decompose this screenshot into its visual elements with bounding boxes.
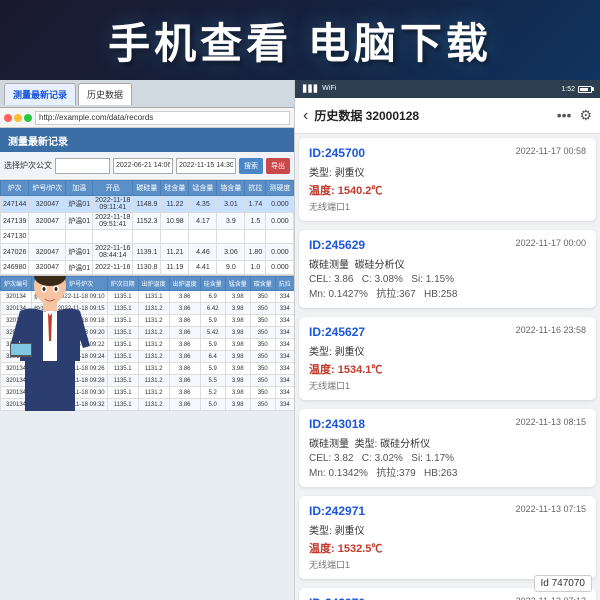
- card-temp: 温度: 1540.2℃: [309, 182, 586, 198]
- card-id: ID:245629: [309, 238, 365, 252]
- table-row: 247130 1307.8 打开: [1, 230, 295, 244]
- address-input[interactable]: [35, 111, 290, 125]
- card-type: 类型: 剥重仪: [309, 522, 586, 537]
- window-btn-min[interactable]: [14, 114, 22, 122]
- filter-select[interactable]: [55, 158, 110, 174]
- right-panel-mobile: ▋▋▋ WiFi 1:52 ‹ 历史数据 32000128 ••• ⚙ ID:2…: [295, 80, 600, 600]
- person-overlay: [5, 275, 95, 411]
- more-icon[interactable]: •••: [557, 107, 572, 124]
- nav-icons: ••• ⚙: [557, 107, 592, 124]
- col-furnace: 炉号/炉次: [29, 181, 66, 196]
- table-row: 247026 320047 炉温01 2022-11-1608:44:14 11…: [1, 244, 295, 261]
- main-area: 测量最新记录 历史数据 测量最新记录 选择炉次公文 搜索 导: [0, 80, 600, 600]
- mobile-card-list: ID:245700 2022-11-17 00:58 类型: 剥重仪 温度: 1…: [295, 134, 600, 600]
- card-date: 2022-11-16 23:58: [516, 325, 586, 335]
- col-date: 开品: [93, 181, 133, 196]
- banner-title: 手机查看 电脑下载: [108, 10, 492, 71]
- card-header: ID:242971 2022-11-13 07:15: [309, 504, 586, 518]
- card-id: ID:243018: [309, 417, 365, 431]
- card-divider: [299, 404, 596, 405]
- col-mn: 锰含量: [189, 181, 217, 196]
- card-header: ID:245700 2022-11-17 00:58: [309, 146, 586, 160]
- table-row: 247144 320047 炉温01 2022-11-1809:11:41 11…: [1, 196, 295, 213]
- filter-date-start[interactable]: [113, 158, 173, 174]
- mobile-title: 历史数据 32000128: [314, 107, 550, 124]
- col-id: 炉次: [1, 181, 29, 196]
- page-title: 测量最新记录: [8, 133, 68, 148]
- tab-history[interactable]: 历史数据: [78, 83, 132, 105]
- wifi-icon: WiFi: [322, 85, 336, 93]
- card-mn: Mn: 0.1427% 抗拉:367 HB:258: [309, 285, 586, 300]
- table-row: 246980 320047 炉温01 2022-11-16 1130.8 11.…: [1, 261, 295, 275]
- main-data-table: 炉次 炉号/炉次 加温 开品 碳硅量 硅含量 锰含量 铬含量 抗拉 测硬度 测试…: [0, 180, 294, 275]
- card-port: 无线端口1: [309, 379, 586, 392]
- settings-icon[interactable]: ⚙: [579, 107, 592, 124]
- filter-row: 选择炉次公文 搜索 导出: [0, 152, 294, 180]
- top-banner: 手机查看 电脑下载: [0, 0, 600, 80]
- card-id: ID:245627: [309, 325, 365, 339]
- card-date: 2022-11-13 07:15: [516, 504, 586, 514]
- card-cel: CEL: 3.82 C: 3.02% Si: 1.17%: [309, 453, 586, 464]
- card-type: 碳硅测量 碳硅分析仪: [309, 256, 586, 271]
- table-row: 247139 320047 炉温01 2022-11-1809:51:41 11…: [1, 213, 295, 230]
- card-temp: 温度: 1532.5℃: [309, 540, 586, 556]
- card-id: ID:242971: [309, 504, 365, 518]
- card-date: 2022-11-13 07:13: [516, 596, 586, 600]
- data-card[interactable]: ID:245627 2022-11-16 23:58 类型: 剥重仪 温度: 1…: [299, 317, 596, 400]
- card-date: 2022-11-17 00:00: [516, 238, 586, 248]
- card-port: 无线端口1: [309, 558, 586, 571]
- data-card[interactable]: ID:243018 2022-11-13 08:15 碳硅测量 类型: 碳硅分析…: [299, 409, 596, 487]
- data-card[interactable]: ID:245700 2022-11-17 00:58 类型: 剥重仪 温度: 1…: [299, 138, 596, 221]
- col-si: 硅含量: [161, 181, 189, 196]
- card-divider: [299, 491, 596, 492]
- battery-fill: [580, 88, 588, 91]
- status-right: 1:52: [561, 86, 592, 93]
- export-button[interactable]: 导出: [266, 158, 290, 174]
- card-type: 碳硅测量 类型: 碳硅分析仪: [309, 435, 586, 450]
- card-id: ID:242970: [309, 596, 365, 600]
- tab-records[interactable]: 测量最新记录: [4, 83, 76, 105]
- card-type: 类型: 剥重仪: [309, 343, 586, 358]
- window-btn-close[interactable]: [4, 114, 12, 122]
- card-header: ID:243018 2022-11-13 08:15: [309, 417, 586, 431]
- card-header: ID:242970 2022-11-13 07:13: [309, 596, 586, 600]
- window-btn-max[interactable]: [24, 114, 32, 122]
- col-carbon: 碳硅量: [133, 181, 161, 196]
- id-badge: Id 747070: [534, 575, 593, 592]
- filter-label: 选择炉次公文: [4, 160, 52, 171]
- lower-table-container: 炉次编号 炉次 炉号炉次 炉次日期 出炉温度 出炉温度 硅含量 锰含量 碳含量 …: [0, 275, 294, 411]
- card-divider: [299, 225, 596, 226]
- col-ks: 抗拉: [245, 181, 266, 196]
- status-time: 1:52: [561, 86, 575, 93]
- status-left: ▋▋▋ WiFi: [303, 85, 336, 93]
- data-card[interactable]: ID:242971 2022-11-13 07:15 类型: 剥重仪 温度: 1…: [299, 496, 596, 579]
- search-button[interactable]: 搜索: [239, 158, 263, 174]
- page-header: 测量最新记录: [0, 128, 294, 152]
- col-cr: 铬含量: [217, 181, 245, 196]
- card-date: 2022-11-17 00:58: [516, 146, 586, 156]
- card-header: ID:245627 2022-11-16 23:58: [309, 325, 586, 339]
- card-id: ID:245700: [309, 146, 365, 160]
- card-divider: [299, 312, 596, 313]
- back-button[interactable]: ‹: [303, 107, 308, 125]
- col-hd: 测硬度: [266, 181, 294, 196]
- tab-bar: 测量最新记录 历史数据: [0, 80, 294, 108]
- card-mn: Mn: 0.1342% 抗拉:379 HB:263: [309, 464, 586, 479]
- card-date: 2022-11-13 08:15: [516, 417, 586, 427]
- mobile-nav-bar: ‹ 历史数据 32000128 ••• ⚙: [295, 98, 600, 134]
- card-temp: 温度: 1534.1℃: [309, 361, 586, 377]
- signal-icon: ▋▋▋: [303, 85, 319, 93]
- battery-icon: [578, 86, 592, 93]
- card-header: ID:245629 2022-11-17 00:00: [309, 238, 586, 252]
- card-port: 无线端口1: [309, 200, 586, 213]
- main-data-table-container: 炉次 炉号/炉次 加温 开品 碳硅量 硅含量 锰含量 铬含量 抗拉 测硬度 测试…: [0, 180, 294, 275]
- data-card[interactable]: ID:245629 2022-11-17 00:00 碳硅测量 碳硅分析仪 CE…: [299, 230, 596, 308]
- address-bar: [0, 108, 294, 128]
- col-temp-type: 加温: [66, 181, 93, 196]
- mobile-status-bar: ▋▋▋ WiFi 1:52: [295, 80, 600, 98]
- card-cel: CEL: 3.86 C: 3.08% Si: 1.15%: [309, 274, 586, 285]
- left-panel-pc: 测量最新记录 历史数据 测量最新记录 选择炉次公文 搜索 导: [0, 80, 295, 600]
- card-type: 类型: 剥重仪: [309, 164, 586, 179]
- filter-date-end[interactable]: [176, 158, 236, 174]
